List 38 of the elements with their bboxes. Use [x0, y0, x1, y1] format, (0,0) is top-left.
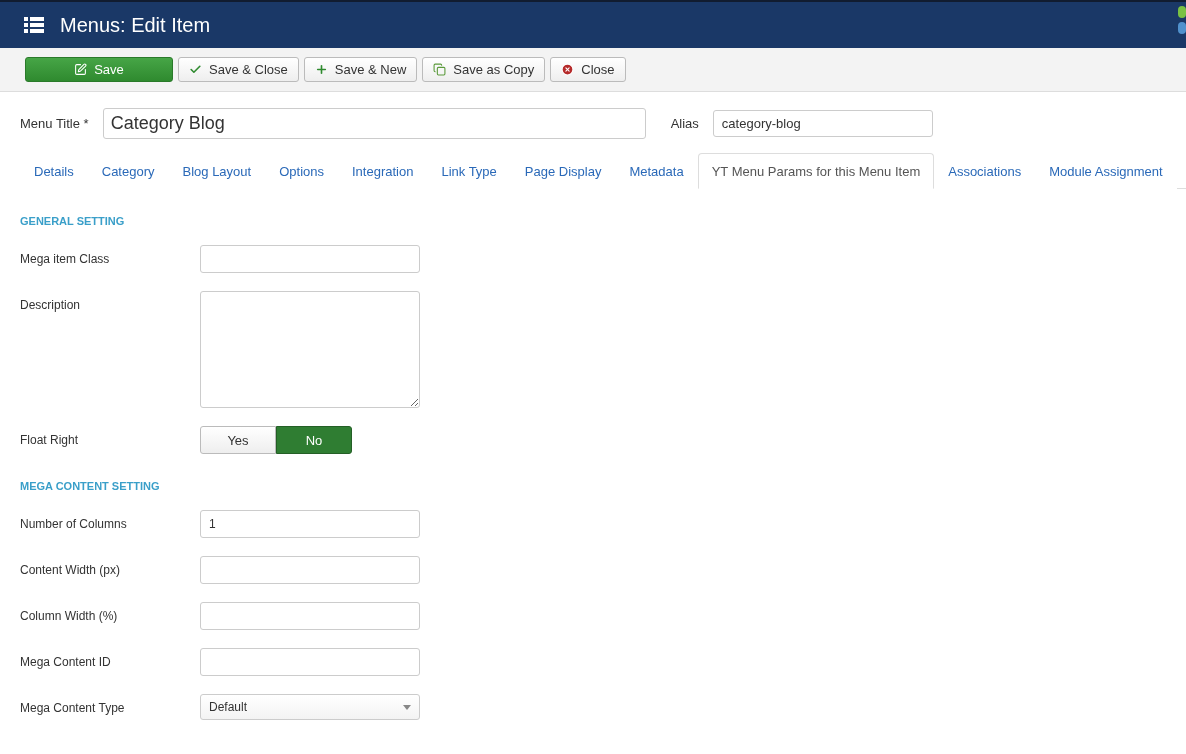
copy-icon: [433, 63, 447, 76]
toolbar-button[interactable]: Save as Copy: [422, 57, 546, 82]
tab[interactable]: YT Menu Params for this Menu Item: [697, 153, 935, 189]
close-icon: [561, 63, 575, 76]
logo-icon: [1176, 6, 1186, 36]
menu-title-input[interactable]: Category Blog: [102, 107, 646, 139]
text-input[interactable]: 1: [200, 510, 420, 538]
select-dropdown[interactable]: Default: [200, 694, 420, 720]
text-input[interactable]: [200, 602, 420, 630]
plus-icon: [314, 63, 328, 76]
caret-icon: [403, 704, 411, 710]
toolbar-button[interactable]: Close: [550, 57, 626, 82]
field-label: Column Width (%): [20, 608, 119, 623]
field-label: Menu Title *: [20, 115, 89, 131]
field-label: Mega Content ID: [20, 654, 112, 669]
field-label: Float Right: [20, 432, 80, 447]
field-label: Content Width (px): [20, 562, 122, 577]
page-title: Menus: Edit Item: [60, 13, 211, 37]
text-input[interactable]: [200, 648, 420, 676]
toolbar-button[interactable]: Save: [25, 57, 173, 82]
toggle-option[interactable]: No: [276, 426, 352, 454]
toolbar-button[interactable]: Save & Close: [178, 57, 299, 82]
section-heading: GENERAL SETTING: [20, 215, 126, 227]
text-input[interactable]: [200, 556, 420, 584]
check-icon: [189, 63, 202, 76]
alias-input[interactable]: category-blog: [712, 109, 933, 137]
textarea-field[interactable]: [200, 291, 420, 408]
edit-icon: [74, 63, 88, 76]
field-label: Mega item Class: [20, 251, 111, 266]
text-input[interactable]: [200, 245, 420, 273]
field-label: Mega Content Type: [20, 700, 126, 715]
section-heading: MEGA CONTENT SETTING: [20, 480, 161, 492]
menu-icon: [24, 15, 44, 35]
field-label: Number of Columns: [20, 516, 128, 531]
field-label: Alias: [670, 115, 699, 131]
field-label: Description: [20, 297, 82, 312]
toggle-option[interactable]: Yes: [200, 426, 276, 454]
toolbar-button[interactable]: Save & New: [303, 57, 418, 82]
